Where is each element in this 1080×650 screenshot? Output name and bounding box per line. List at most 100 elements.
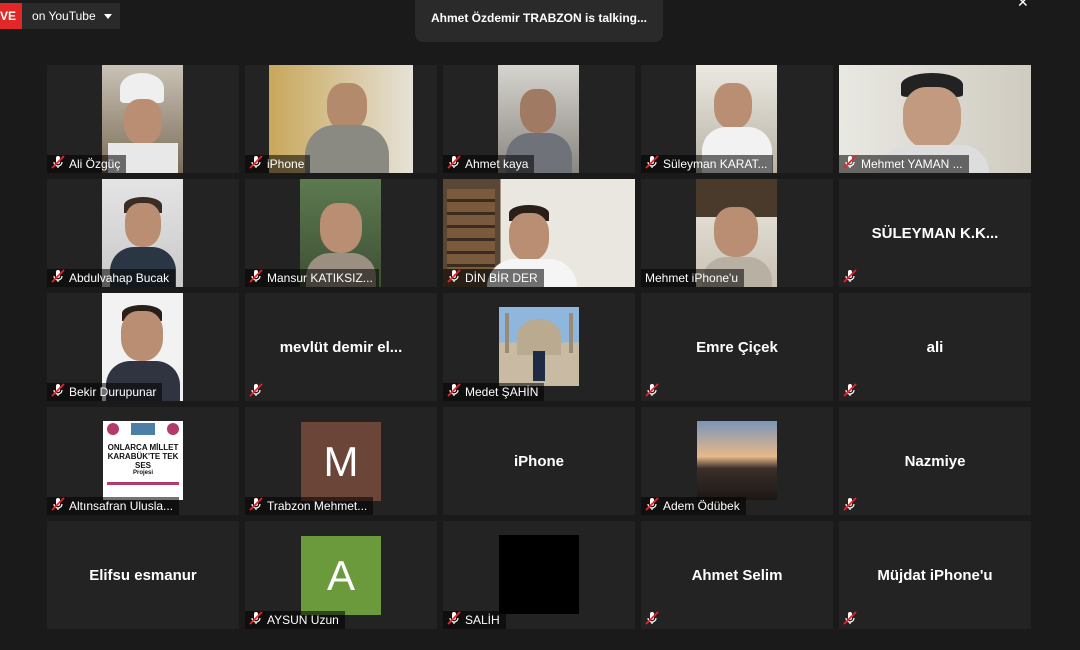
mic-muted-icon [645, 497, 661, 515]
participant-name-label: Ali Özgüç [47, 155, 127, 173]
mic-muted-icon [645, 611, 661, 629]
participant-name: Mehmet iPhone'u [645, 271, 739, 285]
participant-tile[interactable]: Abdulvahap Bucak [47, 179, 239, 287]
live-badge: VE [0, 3, 23, 29]
participant-tile[interactable]: Müjdat iPhone'u [839, 521, 1031, 629]
participant-name-label: Bekir Durupunar [47, 383, 163, 401]
participant-name-label [839, 611, 867, 629]
participant-tile[interactable]: ali [839, 293, 1031, 401]
participant-name-label: Mehmet iPhone'u [641, 269, 745, 287]
participant-name-label: DİN BİR DER [443, 269, 544, 287]
participant-tile[interactable]: M Trabzon Mehmet... [245, 407, 437, 515]
mic-muted-icon [51, 497, 67, 515]
participant-tile[interactable]: Medet ŞAHİN [443, 293, 635, 401]
participant-display-name: mevlüt demir el... [279, 338, 403, 356]
participant-name: Altınsafran Uluslа... [69, 499, 174, 513]
participant-tile[interactable]: Ali Özgüç [47, 65, 239, 173]
participant-tile[interactable]: mevlüt demir el... [245, 293, 437, 401]
participant-name: Adem Ödübek [663, 499, 740, 513]
participant-name: DİN BİR DER [465, 271, 538, 285]
participant-display-name: Nazmiye [904, 452, 966, 470]
participant-tile[interactable]: Süleyman KARAT... [641, 65, 833, 173]
mic-muted-icon [447, 269, 463, 287]
mic-muted-icon [447, 611, 463, 629]
participant-name-label: Medet ŞAHİN [443, 383, 545, 401]
mic-muted-icon [843, 383, 859, 401]
participant-tile[interactable]: Adem Ödübek [641, 407, 833, 515]
participant-profile-photo: ONLARCA MİLLET KARABÜK'TE TEK SES Projes… [103, 421, 183, 500]
mic-muted-icon [843, 611, 859, 629]
participant-name-label [839, 269, 867, 287]
participant-tile[interactable]: SÜLEYMAN K.K... [839, 179, 1031, 287]
participant-name: Medet ŞAHİN [465, 385, 539, 399]
participant-name-label [641, 611, 669, 629]
mic-muted-icon [249, 155, 265, 173]
participant-tile[interactable]: DİN BİR DER [443, 179, 635, 287]
participant-tile[interactable]: iPhone [245, 65, 437, 173]
participant-tile[interactable]: Mansur KATIKSIZ... [245, 179, 437, 287]
participant-tile[interactable]: ONLARCA MİLLET KARABÜK'TE TEK SES Projes… [47, 407, 239, 515]
mic-muted-icon [843, 155, 859, 173]
participant-name-label: Adem Ödübek [641, 497, 746, 515]
participant-name-label: iPhone [245, 155, 311, 173]
live-platform-dropdown[interactable]: on YouTube [22, 3, 120, 29]
participant-display-name: Emre Çiçek [696, 338, 778, 356]
participant-name: SALİH [465, 613, 500, 627]
poster-line: Projesi [132, 470, 153, 476]
close-icon[interactable]: ✕ [1017, 0, 1029, 11]
participant-tile[interactable]: SALİH [443, 521, 635, 629]
participant-tile[interactable]: Elifsu esmanur [47, 521, 239, 629]
poster-line: KARABÜK'TE TEK SES [107, 452, 179, 470]
mic-muted-icon [51, 155, 67, 173]
participant-name: Mehmet YAMAN ... [861, 157, 963, 171]
participant-name-label: Trabzon Mehmet... [245, 497, 374, 515]
participant-tile[interactable]: Mehmet iPhone'u [641, 179, 833, 287]
participant-name-label: AYSUN Uzun [245, 611, 345, 629]
participant-name-label [641, 383, 669, 401]
poster-line: ONLARCA MİLLET [107, 443, 179, 452]
mic-muted-icon [51, 383, 67, 401]
mic-muted-icon [645, 155, 661, 173]
participant-profile-photo [499, 535, 579, 614]
participant-name: Trabzon Mehmet... [267, 499, 368, 513]
participant-tile[interactable]: Bekir Durupunar [47, 293, 239, 401]
mic-muted-icon [249, 269, 265, 287]
participant-name: Bekir Durupunar [69, 385, 157, 399]
participant-display-name: SÜLEYMAN K.K... [871, 224, 999, 242]
participant-tile[interactable]: iPhone [443, 407, 635, 515]
participant-name-label: Abdulvahap Bucak [47, 269, 176, 287]
mic-muted-icon [249, 383, 265, 401]
participant-tile[interactable]: Nazmiye [839, 407, 1031, 515]
live-stream-indicator[interactable]: VE on YouTube [0, 3, 120, 29]
participant-name: Abdulvahap Bucak [69, 271, 170, 285]
participant-name: iPhone [267, 157, 305, 171]
chevron-down-icon [103, 13, 112, 19]
participant-display-name: iPhone [513, 452, 564, 470]
participant-display-name: Müjdat iPhone'u [877, 566, 993, 584]
participant-name: Süleyman KARAT... [663, 157, 768, 171]
mic-muted-icon [645, 383, 661, 401]
mic-muted-icon [51, 269, 67, 287]
participant-tile[interactable]: Ahmet kaya [443, 65, 635, 173]
participant-display-name: Ahmet Selim [691, 566, 783, 584]
participant-tile[interactable]: Emre Çiçek [641, 293, 833, 401]
mic-muted-icon [447, 155, 463, 173]
participant-name-label: SALİH [443, 611, 506, 629]
participant-name: Mansur KATIKSIZ... [267, 271, 373, 285]
participant-avatar: A [301, 536, 381, 615]
participant-name-label: Mansur KATIKSIZ... [245, 269, 379, 287]
participant-name: Ali Özgüç [69, 157, 121, 171]
participant-name-label: Ahmet kaya [443, 155, 535, 173]
participant-avatar: M [301, 422, 381, 501]
participant-tile[interactable]: Ahmet Selim [641, 521, 833, 629]
active-speaker-banner: Ahmet Özdemir TRABZON is talking... [415, 0, 663, 42]
participant-name-label [245, 383, 273, 401]
participant-name-label: Süleyman KARAT... [641, 155, 774, 173]
participant-tile[interactable]: Mehmet YAMAN ... [839, 65, 1031, 173]
participant-tile[interactable]: A AYSUN Uzun [245, 521, 437, 629]
mic-muted-icon [249, 611, 265, 629]
mic-muted-icon [843, 269, 859, 287]
participant-name: Ahmet kaya [465, 157, 529, 171]
participant-profile-photo [499, 307, 579, 386]
participant-name: AYSUN Uzun [267, 613, 339, 627]
